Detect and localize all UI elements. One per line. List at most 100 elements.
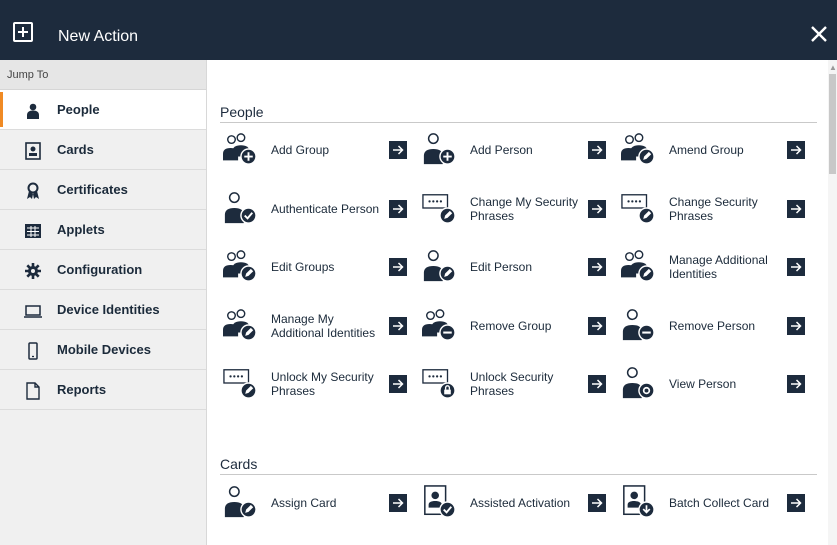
- arrow-right-icon[interactable]: [787, 494, 805, 512]
- phrase-edit-icon: [422, 193, 456, 224]
- action-remove-person[interactable]: Remove Person: [620, 306, 810, 346]
- action-change-security-phrases[interactable]: Change Security Phrases: [620, 189, 810, 229]
- arrow-right-icon[interactable]: [588, 375, 606, 393]
- sidebar-item-label: Reports: [57, 382, 107, 397]
- action-label: Amend Group: [669, 143, 744, 157]
- arrow-right-icon[interactable]: [389, 494, 407, 512]
- sidebar: Jump To People Cards Certificates Applet…: [0, 60, 207, 545]
- actions-panel: People Add Group Add Person Amend Group Auth…: [208, 60, 828, 545]
- action-label: Remove Group: [470, 318, 552, 333]
- gear-icon: [25, 263, 41, 279]
- action-authenticate-person[interactable]: Authenticate Person: [222, 189, 412, 229]
- section-title-cards: Cards: [220, 456, 258, 472]
- action-manage-my-additional-identities[interactable]: Manage My Additional Identities: [222, 306, 412, 346]
- section-divider: [220, 122, 817, 123]
- action-label: Change Security Phrases: [669, 194, 758, 223]
- arrow-right-icon[interactable]: [588, 141, 606, 159]
- action-amend-group[interactable]: Amend Group: [620, 130, 810, 170]
- sidebar-item-label: People: [57, 102, 100, 117]
- action-label: Manage Additional Identities: [669, 253, 768, 281]
- person-check-icon: [224, 191, 257, 224]
- action-remove-group[interactable]: Remove Group: [421, 306, 611, 346]
- action-label: View Person: [669, 377, 737, 391]
- phone-icon: [28, 342, 38, 360]
- action-assisted-activation[interactable]: Assisted Activation: [421, 483, 611, 523]
- person-edit-icon: [224, 486, 257, 518]
- sidebar-item-people[interactable]: People: [0, 90, 206, 130]
- sidebar-item-certificates[interactable]: Certificates: [0, 170, 206, 210]
- action-assign-card[interactable]: Assign Card: [222, 483, 412, 523]
- sidebar-item-label: Mobile Devices: [57, 342, 151, 357]
- section-divider: [220, 474, 817, 475]
- scrollbar[interactable]: ▲: [828, 60, 837, 545]
- group-edit-icon: [223, 308, 257, 341]
- group-edit-icon: [621, 250, 655, 282]
- action-label: Unlock Security Phrases: [470, 370, 554, 398]
- sidebar-item-reports[interactable]: Reports: [0, 370, 206, 410]
- arrow-right-icon[interactable]: [588, 199, 606, 218]
- action-unlock-my-security-phrases[interactable]: Unlock My Security Phrases: [222, 364, 412, 404]
- action-label: Manage My Additional Identities: [271, 311, 376, 340]
- arrow-right-icon[interactable]: [787, 375, 805, 393]
- action-label: Change My Security Phrases: [470, 194, 579, 223]
- phrase-edit-icon: [621, 193, 655, 224]
- sidebar-item-mobile-devices[interactable]: Mobile Devices: [0, 330, 206, 370]
- action-label: Add Person: [470, 143, 533, 157]
- jump-to-label: Jump To: [0, 60, 206, 90]
- sidebar-item-cards[interactable]: Cards: [0, 130, 206, 170]
- sidebar-item-configuration[interactable]: Configuration: [0, 250, 206, 290]
- arrow-right-icon[interactable]: [588, 258, 606, 276]
- action-label: Edit Person: [470, 260, 533, 274]
- close-icon[interactable]: [809, 24, 829, 44]
- arrow-right-icon[interactable]: [588, 316, 606, 335]
- person-view-icon: [622, 367, 655, 399]
- title-bar: New Action: [0, 0, 837, 60]
- applet-icon: [25, 224, 41, 238]
- action-manage-additional-identities[interactable]: Manage Additional Identities: [620, 247, 810, 287]
- action-view-person[interactable]: View Person: [620, 364, 810, 404]
- window-title: New Action: [58, 28, 139, 45]
- sidebar-item-device-identities[interactable]: Device Identities: [0, 290, 206, 330]
- sidebar-item-label: Certificates: [57, 182, 128, 197]
- action-label: Add Group: [271, 143, 330, 157]
- action-label: Edit Groups: [271, 260, 335, 274]
- arrow-right-icon[interactable]: [389, 316, 407, 335]
- action-edit-person[interactable]: Edit Person: [421, 247, 611, 287]
- arrow-right-icon[interactable]: [588, 494, 606, 512]
- phrase-lock-icon: [422, 369, 456, 399]
- document-icon: [26, 382, 40, 400]
- section-title-people: People: [220, 104, 264, 120]
- arrow-right-icon[interactable]: [787, 258, 805, 276]
- group-edit-icon: [621, 133, 655, 165]
- arrow-right-icon[interactable]: [389, 199, 407, 218]
- action-add-group[interactable]: Add Group: [222, 130, 412, 170]
- arrow-right-icon[interactable]: [787, 199, 805, 218]
- sidebar-item-applets[interactable]: Applets: [0, 210, 206, 250]
- arrow-right-icon[interactable]: [389, 258, 407, 276]
- card-check-icon: [424, 485, 456, 518]
- arrow-right-icon[interactable]: [389, 375, 407, 393]
- card-download-icon: [623, 485, 655, 518]
- person-icon: [27, 103, 39, 119]
- arrow-right-icon[interactable]: [787, 141, 805, 159]
- action-edit-groups[interactable]: Edit Groups: [222, 247, 412, 287]
- action-batch-collect-card[interactable]: Batch Collect Card: [620, 483, 810, 523]
- arrow-right-icon[interactable]: [389, 141, 407, 159]
- action-unlock-security-phrases[interactable]: Unlock Security Phrases: [421, 364, 611, 404]
- arrow-right-icon[interactable]: [787, 316, 805, 335]
- scroll-up-icon[interactable]: ▲: [829, 63, 837, 72]
- person-edit-icon: [423, 250, 456, 282]
- sidebar-item-label: Cards: [57, 142, 94, 157]
- action-add-person[interactable]: Add Person: [421, 130, 611, 170]
- action-change-my-security-phrases[interactable]: Change My Security Phrases: [421, 189, 611, 229]
- person-remove-icon: [622, 308, 655, 341]
- action-label: Authenticate Person: [271, 201, 380, 216]
- new-action-plus-icon: [13, 22, 33, 42]
- sidebar-item-label: Applets: [57, 222, 105, 237]
- group-add-icon: [223, 133, 257, 165]
- action-label: Remove Person: [669, 318, 756, 333]
- person-add-icon: [423, 133, 456, 165]
- action-label: Assisted Activation: [470, 496, 571, 510]
- action-label: Assign Card: [271, 496, 337, 510]
- scrollbar-thumb[interactable]: [829, 74, 836, 174]
